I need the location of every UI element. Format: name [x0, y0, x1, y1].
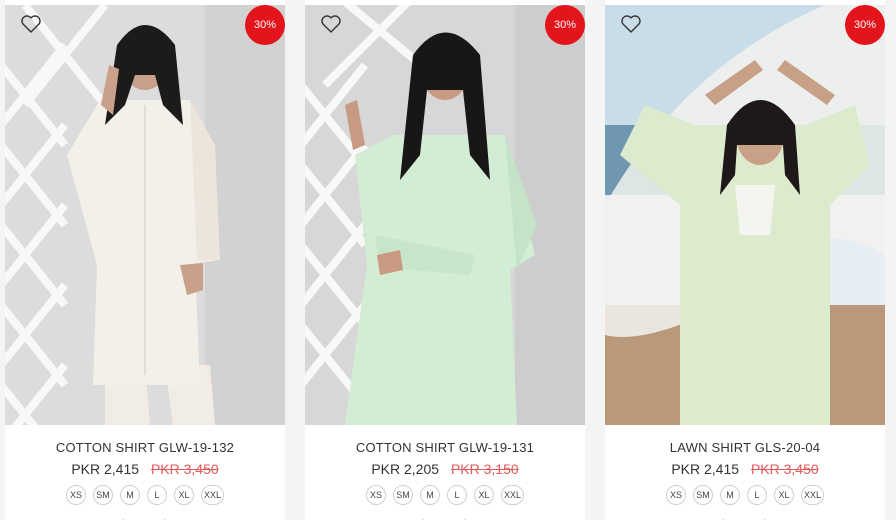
heart-icon [621, 15, 641, 33]
size-options: XS SM M L XL XXL [5, 485, 285, 505]
size-option-xl[interactable]: XL [174, 485, 194, 505]
product-card[interactable]: 30% COTTON SHIRT GLW-19-131 PKR 2,205 PK… [305, 0, 585, 520]
product-card[interactable]: 30% LAWN SHIRT GLS-20-04 PKR 2,415 PKR 3… [605, 0, 885, 520]
product-image[interactable] [605, 5, 885, 425]
product-image[interactable] [305, 5, 585, 425]
size-option-sm[interactable]: SM [93, 485, 113, 505]
size-option-m[interactable]: M [120, 485, 140, 505]
current-price: PKR 2,205 [371, 461, 440, 477]
size-option-l[interactable]: L [447, 485, 467, 505]
heart-icon [21, 15, 41, 33]
size-option-xxl[interactable]: XXL [801, 485, 824, 505]
size-option-xl[interactable]: XL [774, 485, 794, 505]
current-price: PKR 2,415 [71, 461, 140, 477]
size-option-xl[interactable]: XL [474, 485, 494, 505]
product-grid: 30% COTTON SHIRT GLW-19-132 PKR 2,415 PK… [0, 0, 896, 520]
size-option-l[interactable]: L [747, 485, 767, 505]
product-image[interactable] [5, 5, 285, 425]
product-title[interactable]: COTTON SHIRT GLW-19-131 [305, 440, 585, 455]
discount-badge: 30% [845, 5, 885, 45]
product-prices: PKR 2,205 PKR 3,150 [305, 461, 585, 477]
wishlist-button[interactable] [19, 12, 43, 36]
rating-stub [417, 513, 473, 520]
size-options: XS SM M L XL XXL [305, 485, 585, 505]
current-price: PKR 2,415 [671, 461, 740, 477]
product-title[interactable]: LAWN SHIRT GLS-20-04 [605, 440, 885, 455]
size-option-xxl[interactable]: XXL [201, 485, 224, 505]
original-price: PKR 3,450 [150, 461, 219, 477]
size-options: XS SM M L XL XXL [605, 485, 885, 505]
discount-badge: 30% [245, 5, 285, 45]
heart-icon [321, 15, 341, 33]
size-option-xs[interactable]: XS [366, 485, 386, 505]
wishlist-button[interactable] [619, 12, 643, 36]
discount-badge: 30% [545, 5, 585, 45]
wishlist-button[interactable] [319, 12, 343, 36]
product-prices: PKR 2,415 PKR 3,450 [5, 461, 285, 477]
size-option-m[interactable]: M [720, 485, 740, 505]
original-price: PKR 3,450 [750, 461, 819, 477]
product-prices: PKR 2,415 PKR 3,450 [605, 461, 885, 477]
size-option-m[interactable]: M [420, 485, 440, 505]
size-option-sm[interactable]: SM [393, 485, 413, 505]
size-option-xxl[interactable]: XXL [501, 485, 524, 505]
size-option-l[interactable]: L [147, 485, 167, 505]
size-option-xs[interactable]: XS [66, 485, 86, 505]
product-card[interactable]: 30% COTTON SHIRT GLW-19-132 PKR 2,415 PK… [5, 0, 285, 520]
rating-stub [717, 513, 773, 520]
size-option-sm[interactable]: SM [693, 485, 713, 505]
size-option-xs[interactable]: XS [666, 485, 686, 505]
original-price: PKR 3,150 [450, 461, 519, 477]
product-title[interactable]: COTTON SHIRT GLW-19-132 [5, 440, 285, 455]
rating-stub [117, 513, 173, 520]
